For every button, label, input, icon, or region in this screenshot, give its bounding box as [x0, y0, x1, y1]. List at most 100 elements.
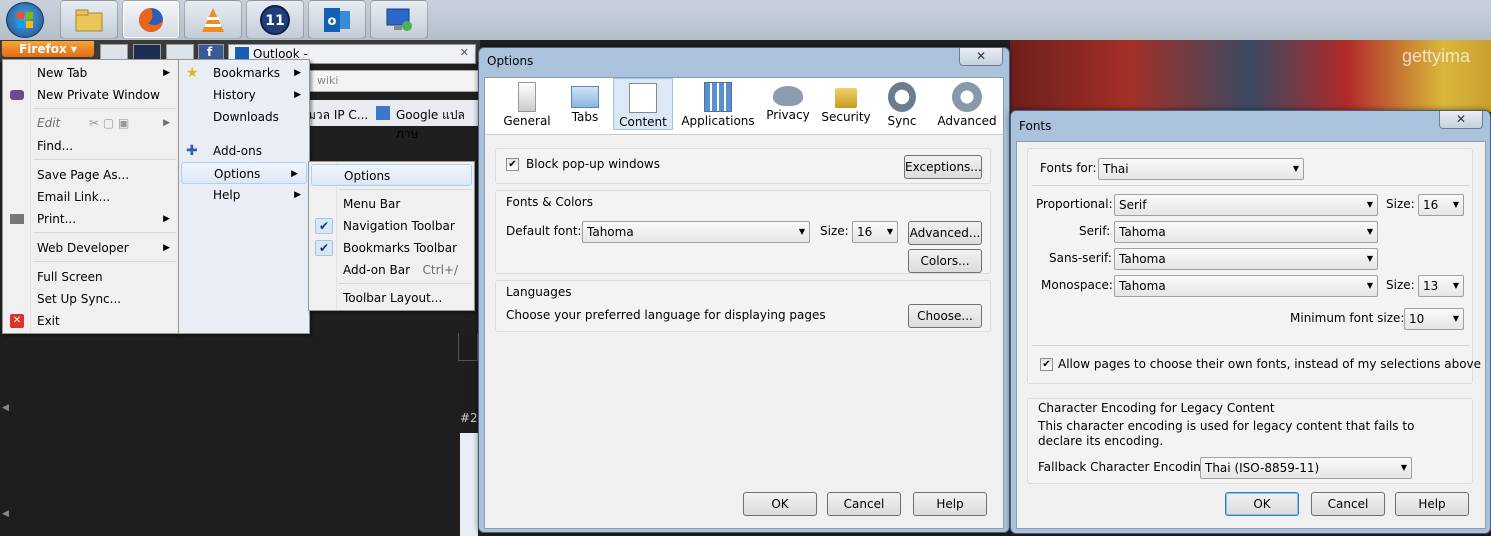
- minimum-size-select[interactable]: 10 ▼: [1404, 308, 1464, 330]
- submenu-navigation-toolbar[interactable]: ✔ Navigation Toolbar: [309, 215, 474, 237]
- chevron-down-icon: ▼: [1452, 200, 1459, 209]
- fonts-group: Fonts for: Thai ▼ Proportional: Serif ▼ Si…: [1027, 148, 1481, 384]
- bookmarks-toolbar: มวล IP C... Google แปลภาษ: [300, 100, 480, 141]
- checkmark-icon: ✔: [315, 218, 333, 234]
- outlook-icon[interactable]: o: [308, 0, 366, 39]
- serif-label: Serif:: [1079, 224, 1111, 238]
- vlc-icon[interactable]: [184, 0, 242, 39]
- scroll-arrow-icon[interactable]: ◀: [2, 509, 9, 519]
- menu-web-developer[interactable]: Web Developer ▶: [3, 237, 178, 259]
- fonts-dialog: Fonts ✕ Fonts for: Thai ▼ Proportional: S…: [1010, 110, 1491, 534]
- bookmark-item[interactable]: Google แปลภาษ: [396, 106, 480, 144]
- tab-applications[interactable]: Applications: [677, 78, 759, 130]
- start-orb-icon[interactable]: [6, 2, 44, 38]
- tab-sync[interactable]: Sync: [881, 78, 923, 130]
- ok-button[interactable]: OK: [1225, 492, 1299, 516]
- checkmark-icon: ✔: [315, 240, 333, 256]
- default-font-select[interactable]: Tahoma ▼: [582, 221, 810, 243]
- shortcut-label: Ctrl+/: [422, 263, 458, 277]
- switch-icon: [518, 82, 536, 112]
- menu-help[interactable]: Help ▶: [179, 184, 309, 206]
- close-button[interactable]: ✕: [959, 48, 1003, 66]
- submenu-arrow-icon: ▶: [294, 68, 301, 78]
- menu-new-tab[interactable]: New Tab ▶: [3, 62, 178, 84]
- watermark-text: gettyima: [1402, 46, 1471, 66]
- firefox-menu-button[interactable]: Firefox ▾: [2, 41, 94, 57]
- submenu-options[interactable]: Options: [311, 164, 472, 186]
- chevron-down-icon: ▼: [798, 227, 805, 236]
- help-button[interactable]: Help: [913, 492, 987, 516]
- allow-fonts-checkbox[interactable]: ✔: [1040, 358, 1053, 371]
- submenu-add-on-bar[interactable]: Add-on Bar Ctrl+/: [309, 259, 474, 281]
- cancel-button[interactable]: Cancel: [1311, 492, 1385, 516]
- menu-add-ons[interactable]: ✚ Add-ons: [179, 140, 309, 162]
- tab-security[interactable]: Security: [821, 78, 871, 130]
- private-mask-icon: [10, 90, 24, 100]
- file-explorer-icon[interactable]: [60, 0, 118, 39]
- options-toolbar: General Tabs Content Applications Privac…: [485, 78, 1003, 135]
- sync-icon: [888, 82, 916, 112]
- monospace-size-select[interactable]: 13 ▼: [1418, 275, 1464, 297]
- tab-advanced[interactable]: Advanced: [937, 78, 997, 130]
- menu-separator: [339, 283, 472, 284]
- clock-app-icon[interactable]: 11: [246, 0, 304, 39]
- page-content: #2 ◀ ◀: [0, 333, 478, 536]
- serif-select[interactable]: Tahoma ▼: [1114, 221, 1378, 243]
- remote-desktop-icon[interactable]: [370, 0, 428, 39]
- menu-options[interactable]: Options ▶: [181, 162, 307, 184]
- scroll-arrow-icon[interactable]: ◀: [2, 403, 9, 413]
- fonts-colors-title: Fonts & Colors: [506, 195, 593, 209]
- fonts-colors-group: Fonts & Colors Default font: Tahoma ▼ Siz…: [495, 190, 991, 274]
- ok-button[interactable]: OK: [743, 492, 817, 516]
- menu-set-up-sync[interactable]: Set Up Sync...: [3, 288, 178, 310]
- submenu-bookmarks-toolbar[interactable]: ✔ Bookmarks Toolbar: [309, 237, 474, 259]
- menu-print[interactable]: Print... ▶: [3, 208, 178, 230]
- menu-email-link[interactable]: Email Link...: [3, 186, 178, 208]
- menu-history[interactable]: History ▶: [179, 84, 309, 106]
- help-button[interactable]: Help: [1395, 492, 1469, 516]
- default-size-select[interactable]: 16 ▼: [852, 221, 898, 243]
- fallback-encoding-select[interactable]: Thai (ISO-8859-11) ▼: [1200, 457, 1412, 479]
- firefox-icon[interactable]: [122, 0, 180, 39]
- tab-tabs[interactable]: Tabs: [559, 78, 611, 130]
- sans-serif-select[interactable]: Tahoma ▼: [1114, 248, 1378, 270]
- advanced-fonts-button[interactable]: Advanced...: [908, 221, 982, 245]
- sans-serif-label: Sans-serif:: [1049, 251, 1112, 265]
- proportional-size-select[interactable]: 16 ▼: [1418, 194, 1464, 216]
- cancel-button[interactable]: Cancel: [827, 492, 901, 516]
- close-button[interactable]: ✕: [1439, 111, 1483, 129]
- chevron-down-icon: ▼: [1366, 281, 1373, 290]
- tab-privacy[interactable]: Privacy: [763, 78, 813, 130]
- menu-downloads[interactable]: Downloads: [179, 106, 309, 128]
- menu-bookmarks[interactable]: ★ Bookmarks ▶: [179, 62, 309, 84]
- facebook-icon: f: [207, 45, 213, 59]
- colors-button[interactable]: Colors...: [908, 249, 982, 273]
- submenu-arrow-icon: ▶: [291, 169, 298, 179]
- chevron-down-icon: ▼: [1452, 314, 1459, 323]
- fonts-for-select[interactable]: Thai ▼: [1098, 158, 1304, 180]
- monospace-select[interactable]: Tahoma ▼: [1114, 275, 1378, 297]
- chevron-down-icon: ▼: [1292, 164, 1299, 173]
- menu-exit[interactable]: ✕ Exit: [3, 310, 178, 332]
- proportional-select[interactable]: Serif ▼: [1114, 194, 1378, 216]
- submenu-arrow-icon: ▶: [163, 243, 170, 253]
- block-popups-checkbox[interactable]: ✔: [506, 158, 519, 171]
- close-icon[interactable]: ✕: [460, 46, 469, 59]
- bookmark-item[interactable]: มวล IP C...: [308, 106, 368, 125]
- choose-language-button[interactable]: Choose...: [908, 304, 982, 328]
- address-bar[interactable]: wiki: [300, 70, 480, 92]
- menu-save-page-as[interactable]: Save Page As...: [3, 164, 178, 186]
- dialog-title: Options: [487, 54, 534, 68]
- submenu-menu-bar[interactable]: Menu Bar: [309, 193, 474, 215]
- menu-new-private-window[interactable]: New Private Window: [3, 84, 178, 106]
- exceptions-button[interactable]: Exceptions...: [904, 155, 982, 179]
- chevron-down-icon: ▼: [1400, 463, 1407, 472]
- submenu-toolbar-layout[interactable]: Toolbar Layout...: [309, 287, 474, 309]
- tab-content[interactable]: Content: [613, 78, 673, 130]
- menu-full-screen[interactable]: Full Screen: [3, 266, 178, 288]
- tab-general[interactable]: General: [497, 78, 557, 130]
- menu-separator: [33, 232, 176, 233]
- menu-edit[interactable]: Edit ✂ ▢ ▣ ▶: [3, 112, 178, 134]
- fonts-body: Fonts for: Thai ▼ Proportional: Serif ▼ Si…: [1016, 141, 1486, 529]
- menu-find[interactable]: Find...: [3, 135, 178, 157]
